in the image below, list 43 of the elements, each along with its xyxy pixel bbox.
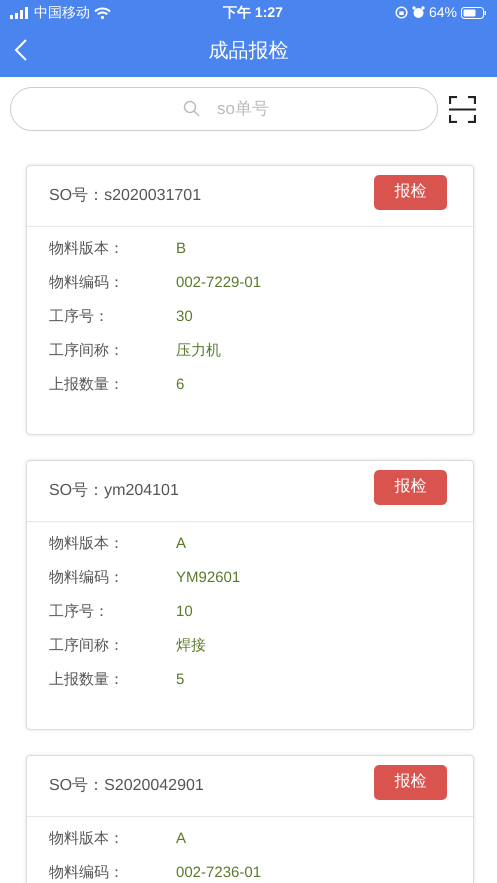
field-value: B — [176, 238, 186, 259]
field-label: 物料编码： — [49, 568, 125, 588]
field-label: 物料版本： — [49, 238, 125, 259]
field-label: 上报数量： — [49, 374, 125, 395]
field-value: 002-7236-01 — [176, 862, 262, 883]
field-label: 工序间称： — [49, 636, 125, 656]
field-value: YM92601 — [176, 568, 240, 588]
so-number: SO号：S2020042901 — [49, 776, 204, 796]
inspect-button[interactable]: 报检 — [374, 174, 447, 210]
inspect-button[interactable]: 报检 — [374, 764, 447, 800]
scan-icon[interactable] — [449, 96, 476, 122]
status-time: 下午 1:27 — [223, 4, 283, 20]
wifi-icon — [94, 6, 111, 18]
field-label: 物料编码： — [49, 862, 125, 883]
field-label: 工序号： — [49, 306, 110, 327]
carrier-name: 中国移动 — [34, 3, 90, 22]
field-value: A — [176, 828, 186, 849]
field-value: A — [176, 534, 186, 554]
page-title: 成品报检 — [208, 39, 288, 64]
field-value: 002-7229-01 — [176, 272, 262, 293]
rotation-lock-icon — [394, 6, 408, 19]
field-value: 30 — [176, 306, 193, 327]
field-label: 物料版本： — [49, 534, 125, 554]
search-field[interactable]: so单号 — [10, 87, 438, 131]
field-value: 6 — [176, 374, 184, 395]
inspect-button[interactable]: 报检 — [374, 470, 447, 504]
field-value: 5 — [176, 670, 184, 690]
battery-icon — [461, 6, 487, 18]
field-label: 上报数量： — [49, 670, 125, 690]
so-number: SO号：s2020031701 — [49, 186, 202, 206]
back-icon[interactable] — [14, 39, 28, 61]
field-label: 工序号： — [49, 602, 110, 622]
field-label: 物料版本： — [49, 828, 125, 849]
field-value: 压力机 — [176, 340, 221, 361]
field-label: 物料编码： — [49, 272, 125, 293]
field-value: 10 — [176, 602, 193, 622]
field-label: 工序间称： — [49, 340, 125, 361]
alarm-icon — [412, 6, 425, 19]
so-number: SO号：ym204101 — [49, 481, 179, 501]
signal-icon — [10, 6, 30, 18]
field-value: 焊接 — [176, 636, 206, 656]
battery-percent: 64% — [428, 3, 457, 22]
search-icon — [183, 100, 201, 118]
